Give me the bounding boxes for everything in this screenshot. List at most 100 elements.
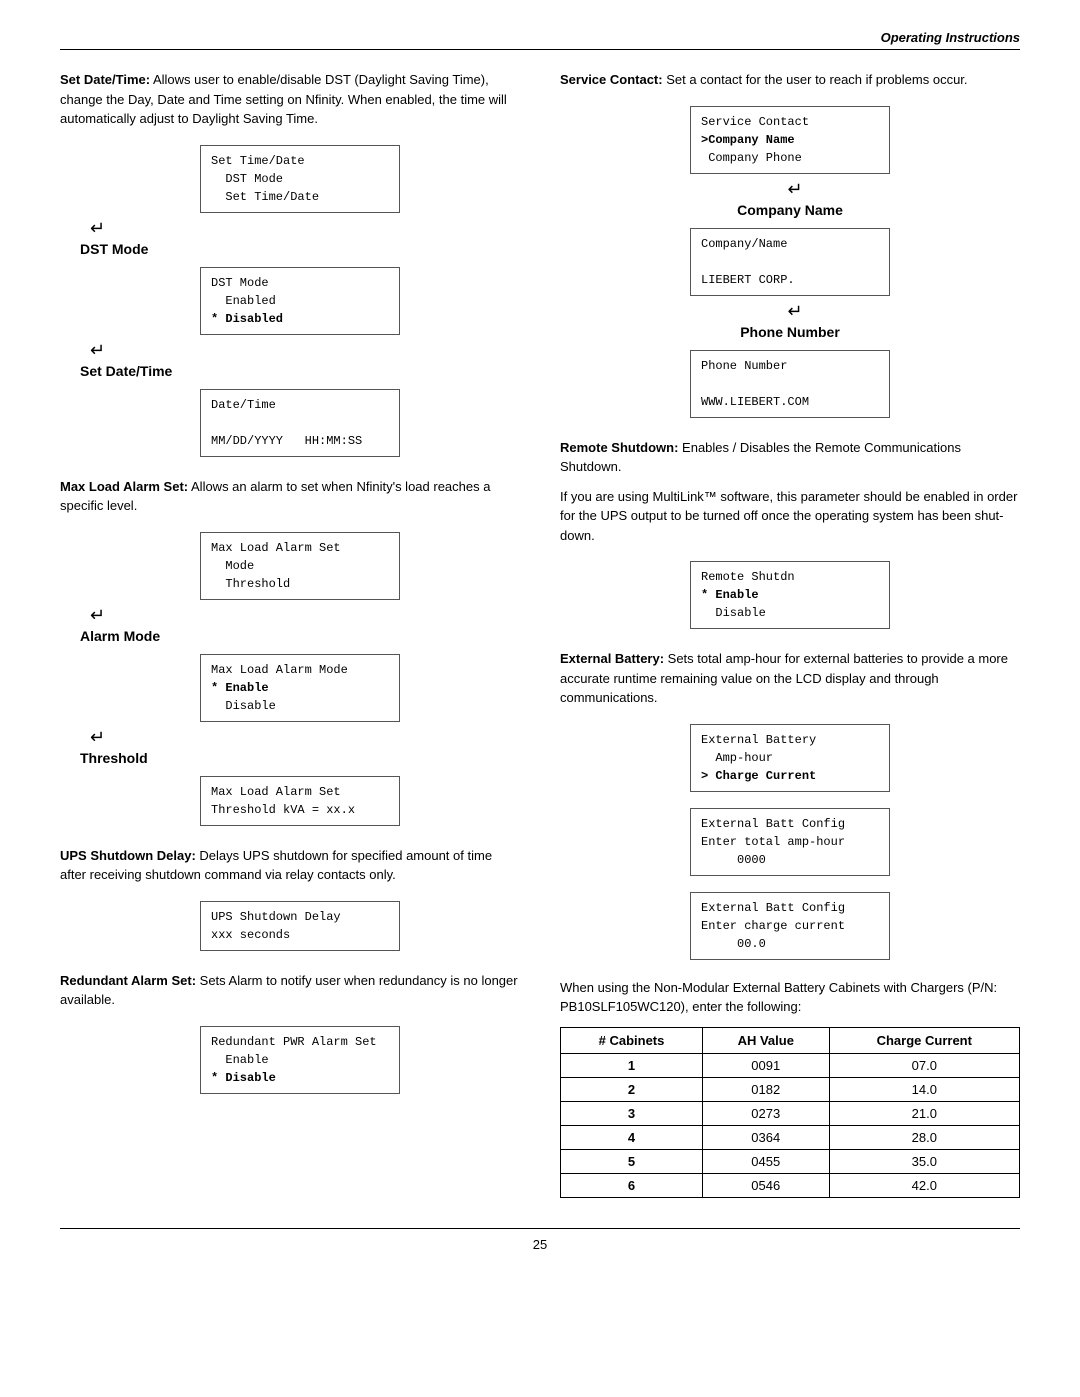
header-title: Operating Instructions bbox=[881, 30, 1020, 45]
remote-shutdown-intro2: If you are using MultiLink™ software, th… bbox=[560, 487, 1020, 546]
table-cell: 4 bbox=[561, 1125, 703, 1149]
table-cell: 28.0 bbox=[829, 1125, 1019, 1149]
max-load-line3: Threshold bbox=[211, 577, 290, 591]
max-load-box-group: Max Load Alarm Set Mode Threshold ↵ Alar… bbox=[80, 526, 520, 832]
alarm-mode-line1: Max Load Alarm Mode bbox=[211, 663, 348, 677]
enter-arrow-1: ↵ bbox=[90, 219, 105, 237]
set-date-label: Set Date/Time bbox=[80, 363, 172, 379]
redundant-box-group: Redundant PWR Alarm Set Enable * Disable bbox=[80, 1020, 520, 1100]
ups-shutdown-intro: UPS Shutdown Delay: Delays UPS shutdown … bbox=[60, 846, 520, 885]
table-header-cabinets: # Cabinets bbox=[561, 1027, 703, 1053]
eb2-line3: 0000 bbox=[701, 853, 766, 867]
alarm-mode-line2: * Enable bbox=[211, 681, 269, 695]
company-name-box: Company/Name LIEBERT CORP. bbox=[690, 228, 890, 296]
redundant-line1: Redundant PWR Alarm Set bbox=[211, 1035, 377, 1049]
alarm-mode-line3: Disable bbox=[211, 699, 276, 713]
set-date-box: Date/Time MM/DD/YYYY HH:MM:SS bbox=[200, 389, 400, 457]
threshold-box: Max Load Alarm Set Threshold kVA = xx.x bbox=[200, 776, 400, 826]
table-cell: 21.0 bbox=[829, 1101, 1019, 1125]
enter-arrow-6: ↵ bbox=[787, 302, 802, 320]
footer-bar: 25 bbox=[60, 1228, 1020, 1252]
phone-number-box: Phone Number WWW.LIEBERT.COM bbox=[690, 350, 890, 418]
table-cell: 14.0 bbox=[829, 1077, 1019, 1101]
redundant-line3: * Disable bbox=[211, 1071, 276, 1085]
service-contact-box-group: Service Contact >Company Name Company Ph… bbox=[560, 100, 1020, 424]
rs-line2: * Enable bbox=[701, 588, 759, 602]
right-column: Service Contact: Set a contact for the u… bbox=[560, 70, 1020, 1198]
service-contact-box1: Service Contact >Company Name Company Ph… bbox=[690, 106, 890, 174]
max-load-intro: Max Load Alarm Set: Allows an alarm to s… bbox=[60, 477, 520, 516]
ext-batt-box3: External Batt Config Enter charge curren… bbox=[690, 892, 890, 960]
table-cell: 0182 bbox=[702, 1077, 829, 1101]
cn-line3: LIEBERT CORP. bbox=[701, 273, 795, 287]
external-battery-outro: When using the Non-Modular External Batt… bbox=[560, 978, 1020, 1017]
external-battery-box-group: External Battery Amp-hour > Charge Curre… bbox=[560, 718, 1020, 966]
set-time-date-line2: DST Mode bbox=[211, 172, 283, 186]
table-cell: 0273 bbox=[702, 1101, 829, 1125]
pn-line1: Phone Number bbox=[701, 359, 787, 373]
ups-shutdown-box-group: UPS Shutdown Delay xxx seconds bbox=[80, 895, 520, 957]
redundant-box: Redundant PWR Alarm Set Enable * Disable bbox=[200, 1026, 400, 1094]
remote-shutdown-intro1: Remote Shutdown: Enables / Disables the … bbox=[560, 438, 1020, 477]
rs-line1: Remote Shutdn bbox=[701, 570, 795, 584]
cabinets-table: # Cabinets AH Value Charge Current 10091… bbox=[560, 1027, 1020, 1198]
redundant-intro: Redundant Alarm Set: Sets Alarm to notif… bbox=[60, 971, 520, 1010]
table-row: 3027321.0 bbox=[561, 1101, 1020, 1125]
threshold-line1: Max Load Alarm Set bbox=[211, 785, 341, 799]
table-row: 2018214.0 bbox=[561, 1077, 1020, 1101]
enter-arrow-5: ↵ bbox=[787, 180, 802, 198]
eb1-line1: External Battery bbox=[701, 733, 816, 747]
cn-line1: Company/Name bbox=[701, 237, 787, 251]
sc-line1: Service Contact bbox=[701, 115, 809, 129]
eb3-line3: 00.0 bbox=[701, 937, 766, 951]
eb2-line2: Enter total amp-hour bbox=[701, 835, 845, 849]
table-cell: 5 bbox=[561, 1149, 703, 1173]
header-bar: Operating Instructions bbox=[60, 30, 1020, 50]
ext-batt-box2: External Batt Config Enter total amp-hou… bbox=[690, 808, 890, 876]
set-date-time-intro: Set Date/Time: Allows user to enable/dis… bbox=[60, 70, 520, 129]
dst-mode-label: DST Mode bbox=[80, 241, 148, 257]
table-cell: 42.0 bbox=[829, 1173, 1019, 1197]
phone-number-label: Phone Number bbox=[740, 324, 840, 340]
ups-shutdown-line1: UPS Shutdown Delay bbox=[211, 910, 341, 924]
max-load-line1: Max Load Alarm Set bbox=[211, 541, 341, 555]
dst-mode-box: DST Mode Enabled * Disabled bbox=[200, 267, 400, 335]
remote-shutdown-box-group: Remote Shutdn * Enable Disable bbox=[560, 555, 1020, 635]
sc-line2: >Company Name bbox=[701, 133, 795, 147]
threshold-line2: Threshold kVA = xx.x bbox=[211, 803, 355, 817]
ups-shutdown-box: UPS Shutdown Delay xxx seconds bbox=[200, 901, 400, 951]
max-load-box1: Max Load Alarm Set Mode Threshold bbox=[200, 532, 400, 600]
service-contact-intro: Service Contact: Set a contact for the u… bbox=[560, 70, 1020, 90]
rs-line3: Disable bbox=[701, 606, 766, 620]
table-header-charge: Charge Current bbox=[829, 1027, 1019, 1053]
table-cell: 1 bbox=[561, 1053, 703, 1077]
sc-line3: Company Phone bbox=[701, 151, 802, 165]
table-row: 4036428.0 bbox=[561, 1125, 1020, 1149]
enter-arrow-3: ↵ bbox=[90, 606, 105, 624]
table-header-ah: AH Value bbox=[702, 1027, 829, 1053]
redundant-line2: Enable bbox=[211, 1053, 269, 1067]
set-time-date-box-group: Set Time/Date DST Mode Set Time/Date ↵ D… bbox=[80, 139, 520, 463]
threshold-label: Threshold bbox=[80, 750, 148, 766]
table-row: 5045535.0 bbox=[561, 1149, 1020, 1173]
eb1-line3: > Charge Current bbox=[701, 769, 816, 783]
table-row: 6054642.0 bbox=[561, 1173, 1020, 1197]
eb3-line1: External Batt Config bbox=[701, 901, 845, 915]
set-date-line3: MM/DD/YYYY HH:MM:SS bbox=[211, 434, 362, 448]
table-cell: 0091 bbox=[702, 1053, 829, 1077]
set-date-line1: Date/Time bbox=[211, 398, 276, 412]
eb2-line1: External Batt Config bbox=[701, 817, 845, 831]
dst-mode-line1: DST Mode bbox=[211, 276, 269, 290]
table-row: 1009107.0 bbox=[561, 1053, 1020, 1077]
eb1-line2: Amp-hour bbox=[701, 751, 773, 765]
left-column: Set Date/Time: Allows user to enable/dis… bbox=[60, 70, 520, 1198]
pn-line3: WWW.LIEBERT.COM bbox=[701, 395, 809, 409]
table-cell: 3 bbox=[561, 1101, 703, 1125]
ups-shutdown-line2: xxx seconds bbox=[211, 928, 290, 942]
table-cell: 0546 bbox=[702, 1173, 829, 1197]
table-cell: 2 bbox=[561, 1077, 703, 1101]
dst-mode-line2: Enabled bbox=[211, 294, 276, 308]
company-name-label: Company Name bbox=[737, 202, 843, 218]
table-cell: 35.0 bbox=[829, 1149, 1019, 1173]
external-battery-intro: External Battery: Sets total amp-hour fo… bbox=[560, 649, 1020, 708]
